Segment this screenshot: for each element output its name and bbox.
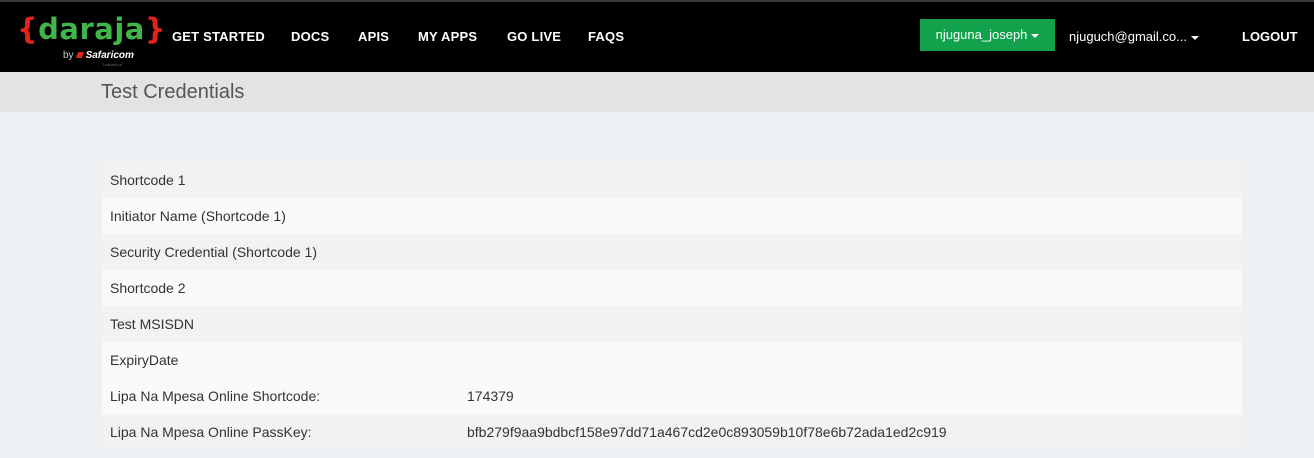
email-dropdown[interactable]: njuguch@gmail.co... <box>1069 27 1199 47</box>
shortcode-value: 174379 <box>467 388 514 404</box>
credential-label: Security Credential (Shortcode 1) <box>110 244 317 260</box>
credential-label: Lipa Na Mpesa Online PassKey: <box>110 424 312 440</box>
logo-brace-close: } <box>144 12 167 46</box>
credential-label: ExpiryDate <box>110 352 179 368</box>
nav-my-apps[interactable]: MY APPS <box>418 27 477 47</box>
email-label: njuguch@gmail.co... <box>1069 29 1187 44</box>
user-dropdown-button[interactable]: njuguna_joseph <box>920 19 1055 51</box>
logo-by: by <box>63 50 74 61</box>
table-row: Test MSISDN <box>102 306 1242 342</box>
daraja-logo[interactable]: {daraja} by Safaricom Twaweza <box>17 12 166 68</box>
table-row: Security Credential (Shortcode 1) <box>102 234 1242 270</box>
nav-get-started[interactable]: GET STARTED <box>172 27 265 47</box>
table-row: Lipa Na Mpesa Online PassKey: bfb279f9aa… <box>102 414 1242 450</box>
logo-byline: by Safaricom <box>63 50 134 62</box>
chevron-down-icon <box>1190 35 1199 40</box>
nav-apis[interactable]: APIS <box>358 27 389 47</box>
credential-label: Test MSISDN <box>110 316 195 332</box>
table-row: Lipa Na Mpesa Online Shortcode: 174379 <box>102 378 1242 414</box>
logo-company: Safaricom <box>85 50 134 61</box>
page-title-bar: Test Credentials <box>0 72 1314 112</box>
safaricom-mark-icon <box>75 52 84 59</box>
credential-label: Lipa Na Mpesa Online Shortcode: <box>110 388 321 404</box>
table-row: Initiator Name (Shortcode 1) <box>102 198 1242 234</box>
credential-label: Initiator Name (Shortcode 1) <box>110 208 286 224</box>
credential-label: Shortcode 2 <box>110 280 186 296</box>
chevron-down-icon <box>1031 33 1040 38</box>
nav-go-live[interactable]: GO LIVE <box>507 27 561 47</box>
logo-tagline: Twaweza <box>102 62 123 67</box>
logo-brace-open: { <box>17 12 39 46</box>
passkey-value: bfb279f9aa9bdbcf158e97dd71a467cd2e0c8930… <box>467 424 947 440</box>
nav-faqs[interactable]: FAQS <box>588 27 624 47</box>
table-row: ExpiryDate <box>102 342 1242 378</box>
username-label: njuguna_joseph <box>935 27 1028 42</box>
credentials-table: Shortcode 1 Initiator Name (Shortcode 1)… <box>102 162 1242 450</box>
table-row: Shortcode 2 <box>102 270 1242 306</box>
nav-docs[interactable]: DOCS <box>291 27 329 47</box>
table-row: Shortcode 1 <box>102 162 1242 198</box>
logout-link[interactable]: LOGOUT <box>1242 27 1298 47</box>
logo-wordmark: {daraja} <box>17 12 166 46</box>
top-navbar: {daraja} by Safaricom Twaweza GET STARTED… <box>0 0 1314 72</box>
page-title: Test Credentials <box>101 81 245 103</box>
credential-label: Shortcode 1 <box>110 172 186 188</box>
logo-word: daraja <box>38 12 145 46</box>
